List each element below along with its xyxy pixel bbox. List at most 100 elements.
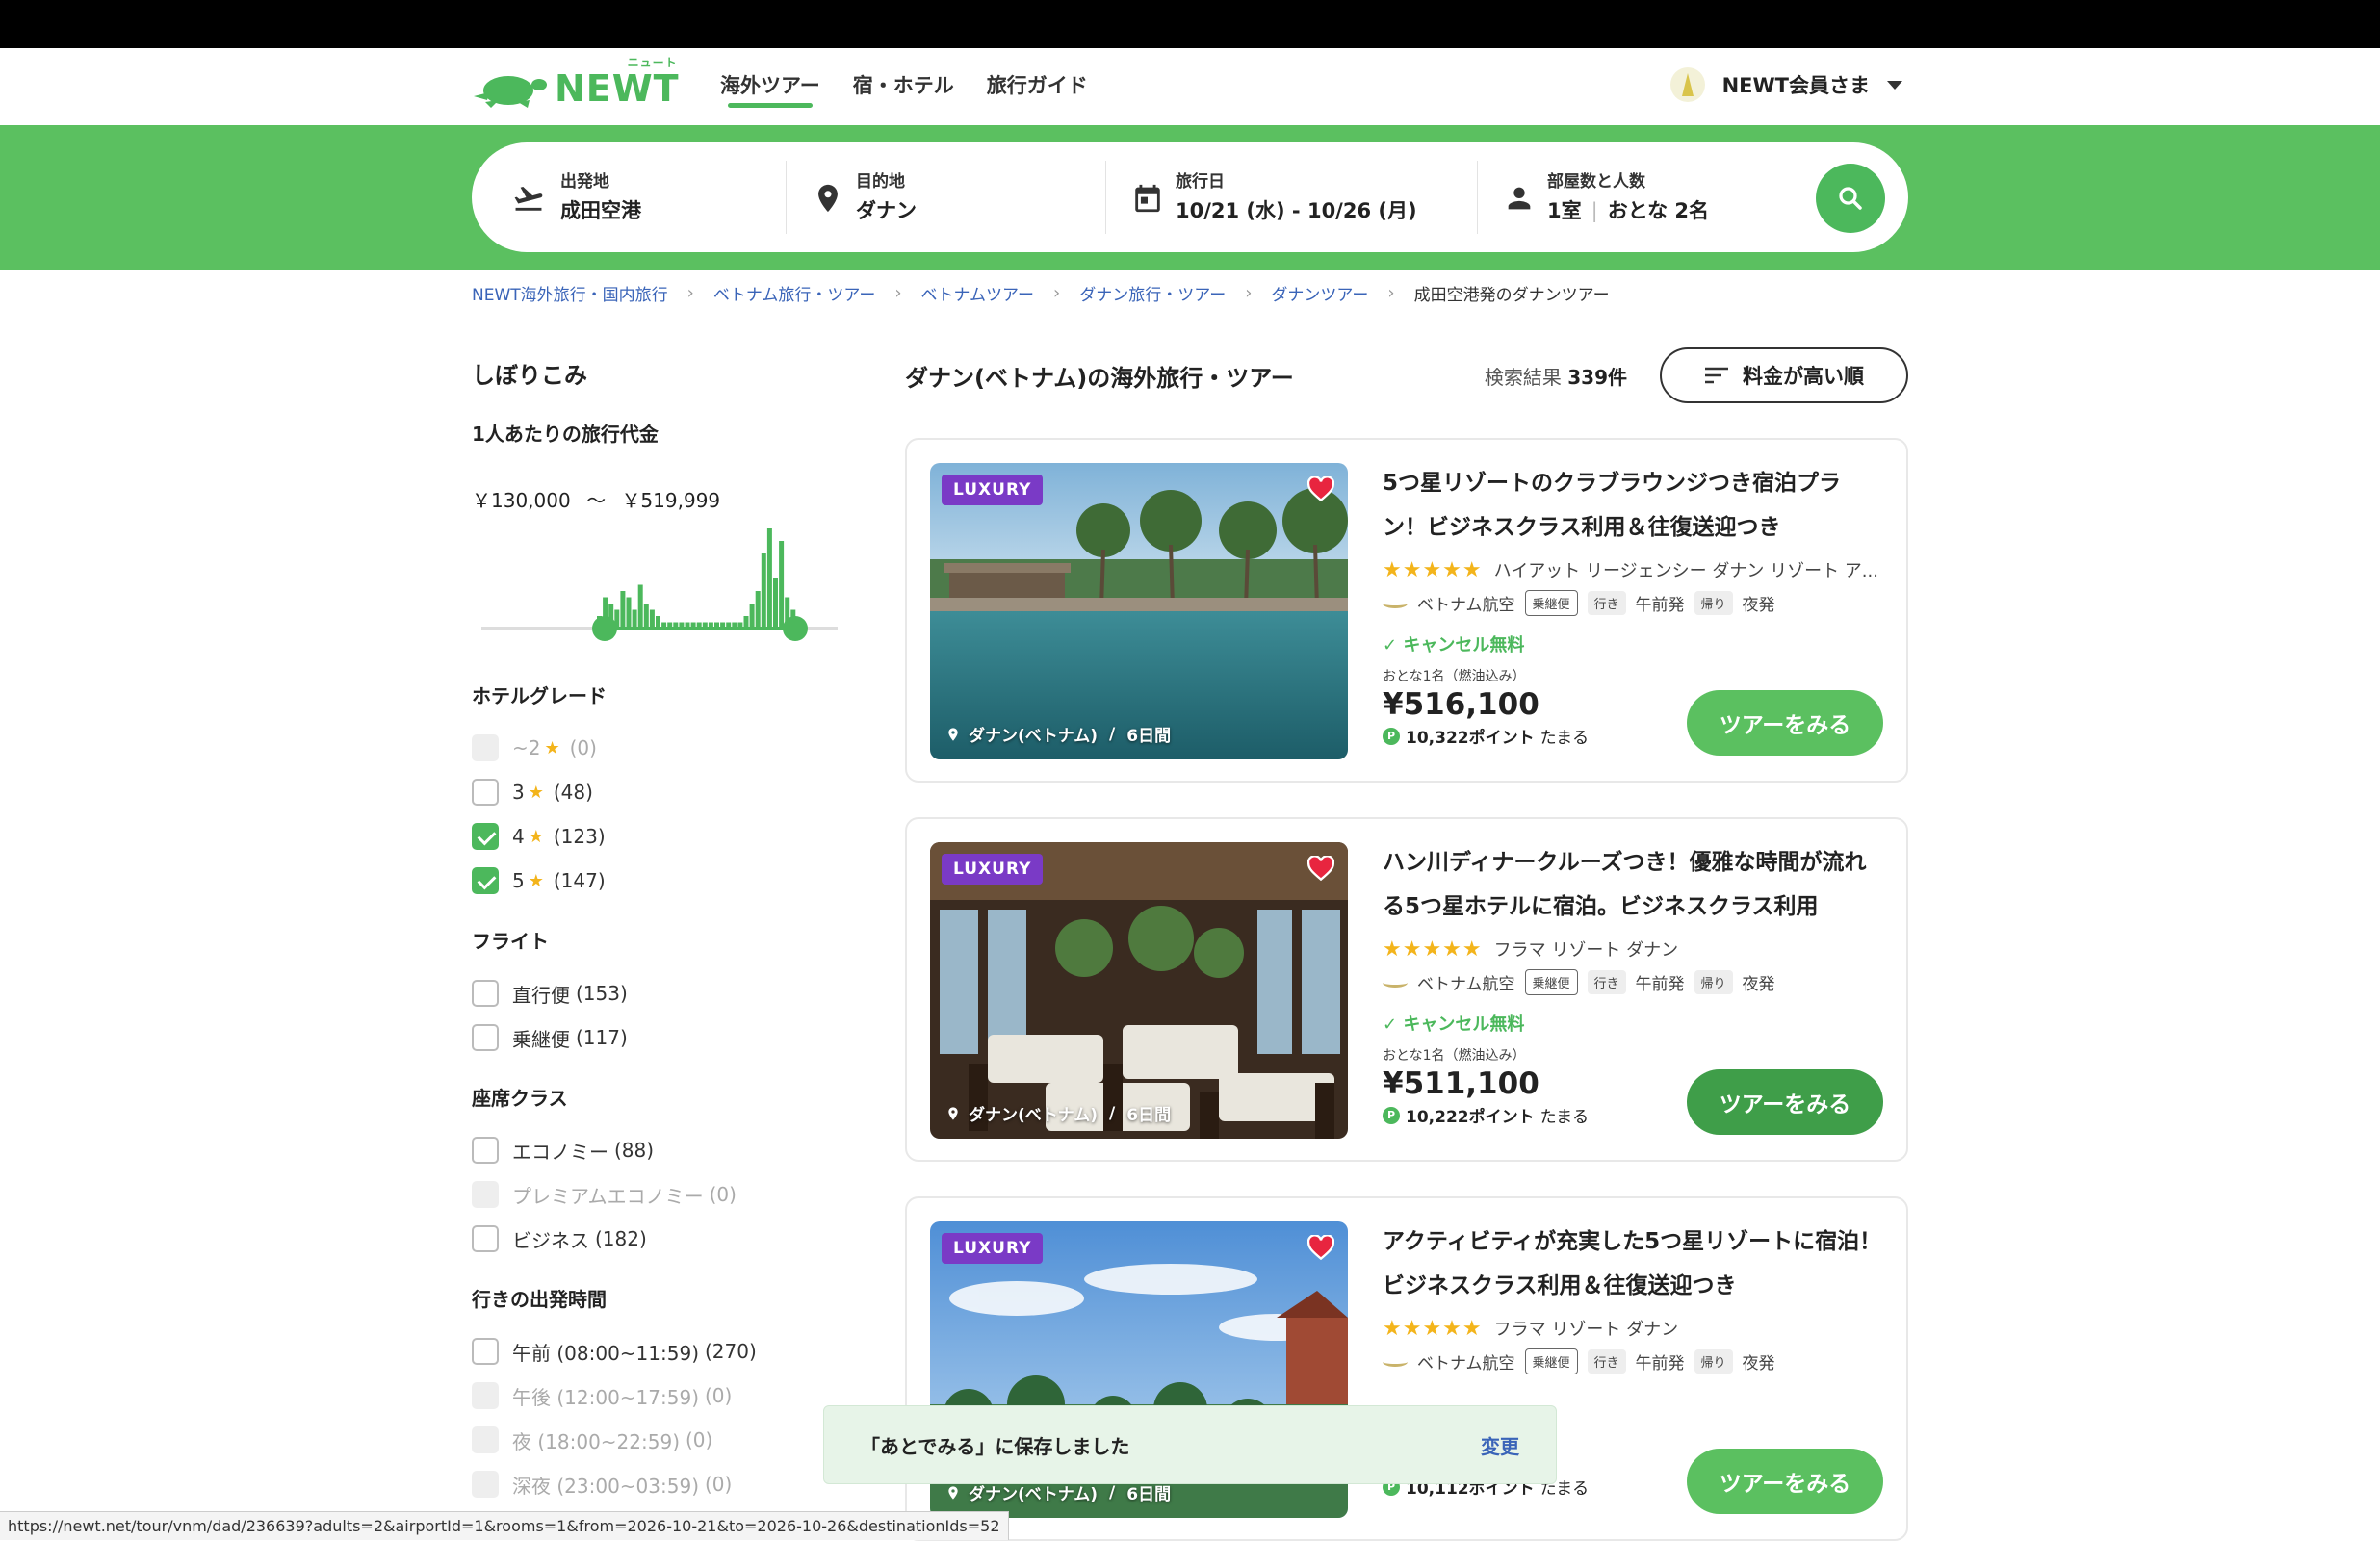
chevron-right-icon: › <box>1053 283 1061 303</box>
tour-title[interactable]: アクティビティが充実した5つ星リゾートに宿泊！ビジネスクラス利用＆往復送迎つき <box>1383 1220 1883 1308</box>
search-button[interactable] <box>1816 164 1885 233</box>
tour-card[interactable]: LUXURY ダナン(ベトナム) / 6日間 ハン川ディナークルーズつき！優雅な… <box>905 817 1908 1162</box>
breadcrumb-item[interactable]: ダナン旅行・ツアー <box>1079 281 1226 305</box>
return-tag: 帰り <box>1694 1349 1733 1374</box>
checkbox[interactable] <box>472 823 499 850</box>
chevron-right-icon: › <box>1245 283 1253 303</box>
filter-option[interactable]: 3 ★ (48) <box>472 770 857 814</box>
tour-location: ダナン(ベトナム) / 6日間 <box>945 722 1171 746</box>
histogram-bar <box>732 622 737 629</box>
filter-option[interactable]: 午後 (12:00~17:59) (0) <box>472 1374 857 1418</box>
filter-option[interactable]: 5 ★ (147) <box>472 859 857 903</box>
filter-option[interactable]: プレミアムエコノミー (0) <box>472 1172 857 1217</box>
filter-group-title: ホテルグレード <box>472 684 607 707</box>
filter-option[interactable]: 午前 (08:00~11:59) (270) <box>472 1329 857 1374</box>
filter-group-title: フライト <box>472 930 549 953</box>
checkbox[interactable] <box>472 734 499 761</box>
checkbox[interactable] <box>472 867 499 894</box>
histogram-bar <box>620 591 626 629</box>
view-tour-button[interactable]: ツアーをみる <box>1687 690 1883 756</box>
histogram-bar <box>679 622 685 629</box>
luxury-badge: LUXURY <box>942 475 1044 505</box>
points-suffix: たまる <box>1539 1108 1590 1127</box>
destination-field[interactable]: 目的地 ダナン <box>786 161 1105 234</box>
tour-card[interactable]: LUXURY ダナン(ベトナム) / 6日間 5つ星リゾートのクラブラウンジつき… <box>905 438 1908 783</box>
checkbox[interactable] <box>472 1137 499 1164</box>
origin-field[interactable]: 出発地 成田空港 <box>472 161 786 234</box>
checkbox[interactable] <box>472 1382 499 1409</box>
filter-option-count: (153) <box>576 982 628 1005</box>
filter-option[interactable]: ビジネス (182) <box>472 1217 857 1261</box>
filter-option[interactable]: ~2 ★ (0) <box>472 726 857 770</box>
breadcrumb-item[interactable]: ベトナム旅行・ツアー <box>713 281 875 305</box>
nav-hotels[interactable]: 宿・ホテル <box>853 69 954 108</box>
filter-option-count: (0) <box>569 736 597 759</box>
price-min-handle[interactable] <box>592 616 617 641</box>
person-icon <box>1508 187 1531 210</box>
tour-card[interactable]: LUXURY ダナン(ベトナム) / 6日間 アクティビティが充実した5つ星リゾ… <box>905 1196 1908 1541</box>
results-title: ダナン(ベトナム)の海外旅行・ツアー <box>905 364 1294 392</box>
search-icon <box>1839 187 1862 210</box>
airline-logo-icon <box>1383 599 1408 608</box>
filter-option-label: 午後 (12:00~17:59) <box>512 1385 699 1409</box>
airline-name: ベトナム航空 <box>1417 1354 1515 1374</box>
checkbox[interactable] <box>472 1471 499 1498</box>
flight-row: ベトナム航空 乗継便 行き 午前発 帰り 夜発 <box>1383 590 1883 616</box>
filter-option[interactable]: 4 ★ (123) <box>472 814 857 859</box>
toast-change-link[interactable]: 変更 <box>1481 1431 1519 1459</box>
newt-logo[interactable]: NEWT ニュート <box>470 56 680 117</box>
results-header: ダナン(ベトナム)の海外旅行・ツアー 検索結果 339件 料金が高い順 <box>905 347 1908 404</box>
breadcrumb-item[interactable]: NEWT海外旅行・国内旅行 <box>472 281 668 305</box>
filter-option[interactable]: 直行便 (153) <box>472 971 857 1015</box>
checkbox[interactable] <box>472 1338 499 1365</box>
view-tour-button[interactable]: ツアーをみる <box>1687 1069 1883 1135</box>
return-time: 夜発 <box>1742 596 1775 615</box>
tour-photo[interactable]: LUXURY ダナン(ベトナム) / 6日間 <box>930 842 1348 1139</box>
view-tour-button[interactable]: ツアーをみる <box>1687 1449 1883 1514</box>
flight-type-tag: 乗継便 <box>1524 590 1578 616</box>
filter-group-title: 行きの出発時間 <box>472 1288 607 1311</box>
calendar-icon <box>1135 184 1160 213</box>
dates-label: 旅行日 <box>1176 172 1225 192</box>
outbound-time: 午前発 <box>1635 975 1685 994</box>
breadcrumb-item[interactable]: ダナンツアー <box>1271 281 1368 305</box>
filter-option[interactable]: 乗継便 (117) <box>472 1015 857 1060</box>
filter-option[interactable]: 夜 (18:00~22:59) (0) <box>472 1418 857 1462</box>
hotel-stars: ★★★★★ <box>1383 937 1483 962</box>
checkbox[interactable] <box>472 1024 499 1051</box>
heart-icon[interactable] <box>1307 476 1334 501</box>
histogram-bar <box>761 553 766 629</box>
chevron-right-icon: › <box>894 283 902 303</box>
tour-duration: 6日間 <box>1126 727 1172 746</box>
heart-icon[interactable] <box>1307 1235 1334 1260</box>
nav-travel-guide[interactable]: 旅行ガイド <box>987 69 1088 108</box>
histogram-bar <box>632 609 637 629</box>
checkbox[interactable] <box>472 980 499 1007</box>
star-icon: ★ <box>544 737 560 758</box>
filter-option[interactable]: エコノミー (88) <box>472 1128 857 1172</box>
location-pin-icon <box>948 727 958 741</box>
main-nav: 海外ツアー 宿・ホテル 旅行ガイド <box>720 69 1088 108</box>
user-menu[interactable]: NEWT会員さま <box>1669 67 1902 102</box>
breadcrumb-item[interactable]: ベトナムツアー <box>921 281 1034 305</box>
heart-icon[interactable] <box>1307 856 1334 881</box>
histogram-bar <box>726 622 732 629</box>
search-bar: 出発地 成田空港 目的地 ダナン 旅行日 10/21 (水) - 10/26 (… <box>472 142 1908 252</box>
dates-field[interactable]: 旅行日 10/21 (水) - 10/26 (月) <box>1105 161 1477 234</box>
return-time: 夜発 <box>1742 1354 1775 1374</box>
airline-name: ベトナム航空 <box>1417 596 1515 615</box>
checkbox[interactable] <box>472 1181 499 1208</box>
filter-option[interactable]: 深夜 (23:00~03:59) (0) <box>472 1462 857 1506</box>
price-max-handle[interactable] <box>783 616 808 641</box>
turtle-logo-icon <box>474 76 547 108</box>
checkbox[interactable] <box>472 779 499 806</box>
nav-overseas-tours[interactable]: 海外ツアー <box>720 69 820 108</box>
tour-photo[interactable]: LUXURY ダナン(ベトナム) / 6日間 <box>930 463 1348 759</box>
checkbox[interactable] <box>472 1225 499 1252</box>
sort-button[interactable]: 料金が高い順 <box>1660 347 1908 403</box>
tour-title[interactable]: ハン川ディナークルーズつき！優雅な時間が流れる5つ星ホテルに宿泊。ビジネスクラス… <box>1383 840 1883 929</box>
tour-title[interactable]: 5つ星リゾートのクラブラウンジつき宿泊プラン！ビジネスクラス利用＆往復送迎つき <box>1383 461 1883 550</box>
guests-field[interactable]: 部屋数と人数 1室 | おとな 2名 <box>1477 161 1795 234</box>
checkbox[interactable] <box>472 1426 499 1453</box>
location-pin-icon <box>948 1106 958 1120</box>
